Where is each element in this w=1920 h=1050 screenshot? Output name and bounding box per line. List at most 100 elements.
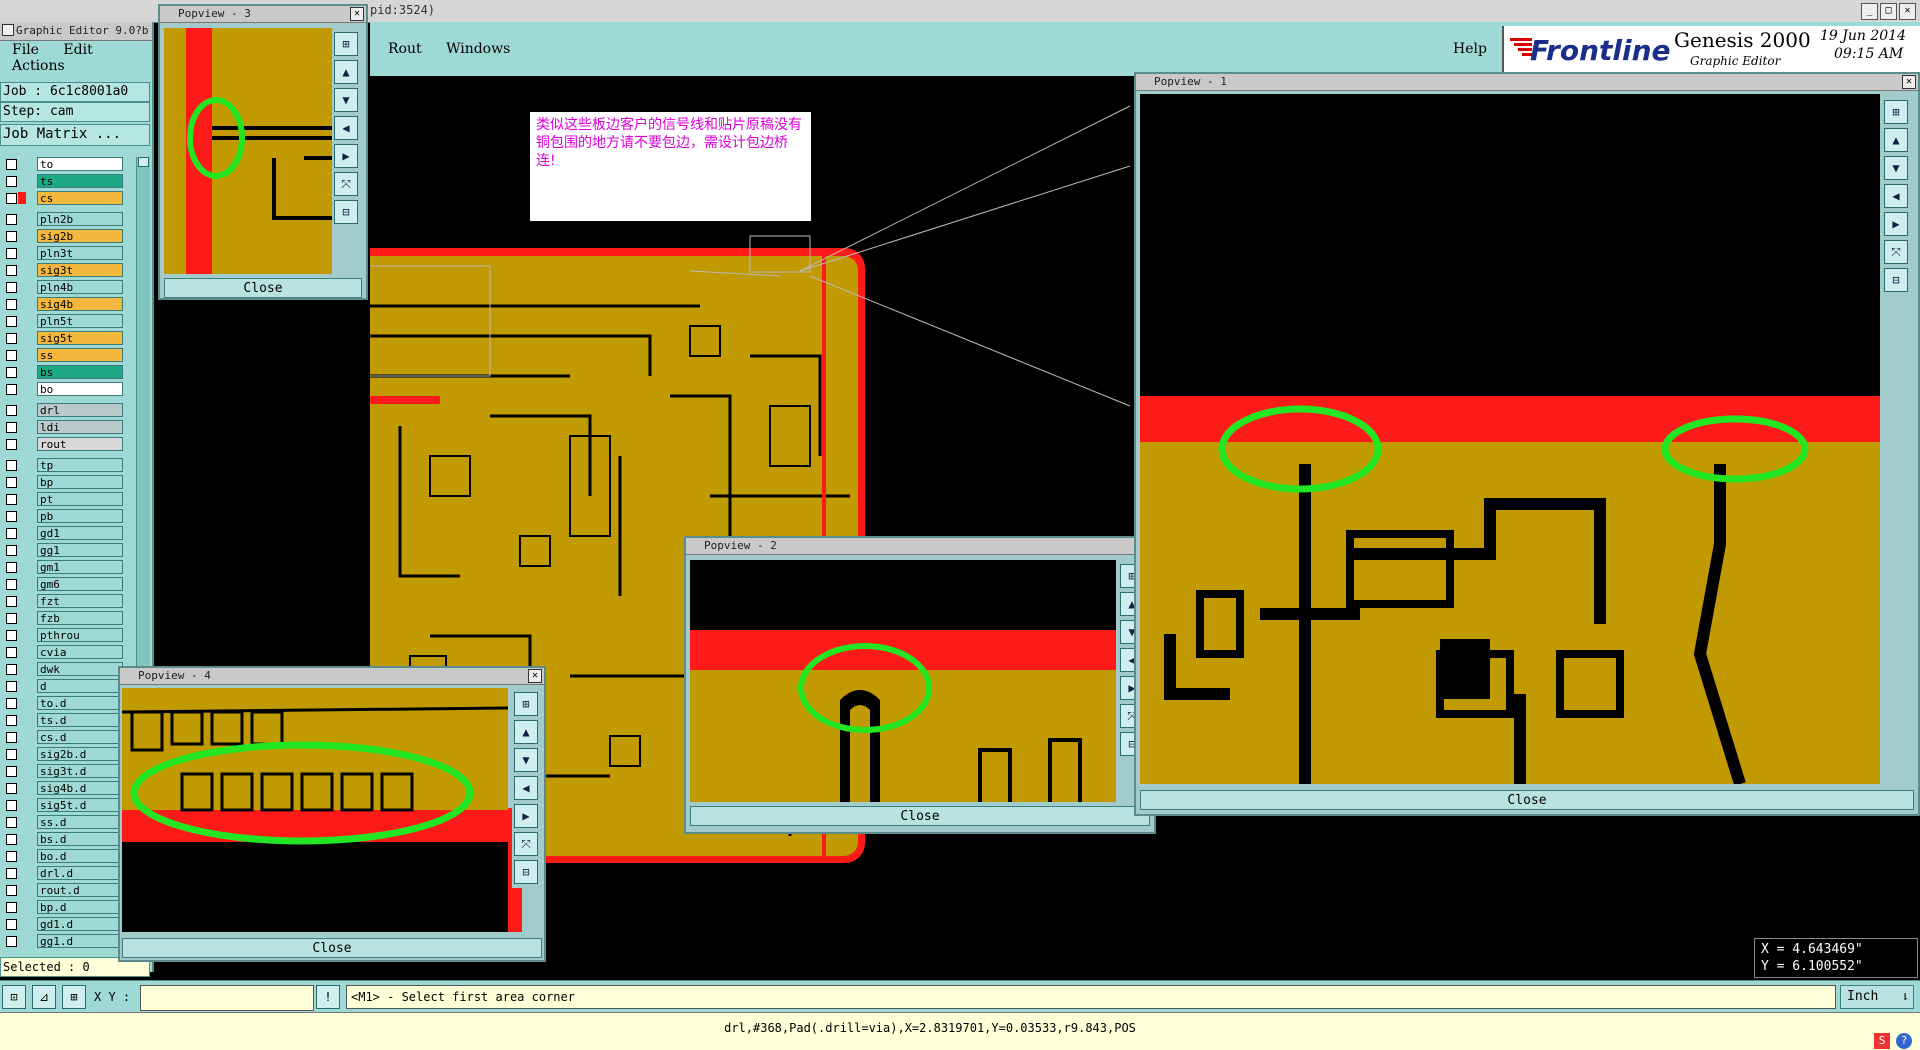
layer-row-to[interactable]: to xyxy=(4,157,123,171)
layer-row-fzb[interactable]: fzb xyxy=(4,611,123,625)
close-icon[interactable]: ✕ xyxy=(1902,75,1916,89)
layer-checkbox[interactable] xyxy=(6,384,17,395)
job-matrix-button[interactable]: Job Matrix ... xyxy=(0,124,150,146)
pan-right-icon[interactable]: ▶ xyxy=(334,144,358,168)
fit-icon[interactable]: ⤧ xyxy=(514,832,538,856)
pan-right-icon[interactable]: ▶ xyxy=(1884,212,1908,236)
layer-row-drl.d[interactable]: drl.d xyxy=(4,866,123,880)
zoom-out-icon[interactable]: ⊟ xyxy=(514,860,538,884)
zoom-in-icon[interactable]: ⊞ xyxy=(514,692,538,716)
layer-checkbox[interactable] xyxy=(6,350,17,361)
menu-help[interactable]: Help xyxy=(1453,41,1487,57)
layer-checkbox[interactable] xyxy=(6,664,17,675)
layer-row-sig3t[interactable]: sig3t xyxy=(4,263,123,277)
layer-row-bo[interactable]: bo xyxy=(4,382,123,396)
minimize-button[interactable]: _ xyxy=(1861,3,1878,20)
layer-row-ts[interactable]: ts xyxy=(4,174,123,188)
fit-icon[interactable]: ⤧ xyxy=(334,172,358,196)
info-icon[interactable]: ! xyxy=(316,985,340,1009)
layer-row-sig2b.d[interactable]: sig2b.d xyxy=(4,747,123,761)
layer-checkbox[interactable] xyxy=(6,851,17,862)
pan-left-icon[interactable]: ◀ xyxy=(334,116,358,140)
layer-checkbox[interactable] xyxy=(6,494,17,505)
pan-left-icon[interactable]: ◀ xyxy=(514,776,538,800)
tray-s-icon[interactable]: S xyxy=(1874,1033,1890,1049)
pan-up-icon[interactable]: ▲ xyxy=(1884,128,1908,152)
layer-checkbox[interactable] xyxy=(6,732,17,743)
layer-row-gg1[interactable]: gg1 xyxy=(4,543,123,557)
layer-row-bo.d[interactable]: bo.d xyxy=(4,849,123,863)
layer-checkbox[interactable] xyxy=(6,681,17,692)
layer-checkbox[interactable] xyxy=(6,439,17,450)
pan-left-icon[interactable]: ◀ xyxy=(1884,184,1908,208)
layer-checkbox[interactable] xyxy=(6,422,17,433)
layer-row-gm1[interactable]: gm1 xyxy=(4,560,123,574)
menu-file[interactable]: File xyxy=(12,42,39,58)
layer-checkbox[interactable] xyxy=(6,176,17,187)
snap-icon[interactable]: ⊡ xyxy=(2,985,26,1009)
layer-row-pthrou[interactable]: pthrou xyxy=(4,628,123,642)
layer-checkbox[interactable] xyxy=(6,265,17,276)
layer-checkbox[interactable] xyxy=(6,936,17,947)
layer-checkbox[interactable] xyxy=(6,868,17,879)
layer-checkbox[interactable] xyxy=(6,749,17,760)
layer-checkbox[interactable] xyxy=(6,282,17,293)
layer-checkbox[interactable] xyxy=(6,630,17,641)
zoom-in-icon[interactable]: ⊞ xyxy=(1884,100,1908,124)
popview-4-close-button[interactable]: Close xyxy=(122,938,542,958)
layer-row-fzt[interactable]: fzt xyxy=(4,594,123,608)
layer-checkbox[interactable] xyxy=(6,902,17,913)
layer-checkbox[interactable] xyxy=(6,511,17,522)
layer-row-rout[interactable]: rout xyxy=(4,437,123,451)
pan-down-icon[interactable]: ▼ xyxy=(1884,156,1908,180)
layer-checkbox[interactable] xyxy=(6,333,17,344)
layer-row-gm6[interactable]: gm6 xyxy=(4,577,123,591)
xy-input[interactable] xyxy=(140,985,314,1011)
layer-row-pln4b[interactable]: pln4b xyxy=(4,280,123,294)
layer-checkbox[interactable] xyxy=(6,159,17,170)
close-icon[interactable]: ✕ xyxy=(350,7,364,21)
layer-row-sig4b[interactable]: sig4b xyxy=(4,297,123,311)
popview-3-close-button[interactable]: Close xyxy=(164,278,362,298)
layer-row-sig4b.d[interactable]: sig4b.d xyxy=(4,781,123,795)
layer-row-gd1[interactable]: gd1 xyxy=(4,526,123,540)
layer-checkbox[interactable] xyxy=(6,919,17,930)
menu-windows[interactable]: Windows xyxy=(446,41,510,57)
layer-checkbox[interactable] xyxy=(6,214,17,225)
popview-2-close-button[interactable]: Close xyxy=(690,806,1150,826)
layer-row-gd1.d[interactable]: gd1.d xyxy=(4,917,123,931)
menu-actions[interactable]: Actions xyxy=(12,58,65,74)
menu-edit[interactable]: Edit xyxy=(63,42,92,58)
layer-checkbox[interactable] xyxy=(6,647,17,658)
layer-row-bs[interactable]: bs xyxy=(4,365,123,379)
pan-up-icon[interactable]: ▲ xyxy=(514,720,538,744)
layer-row-cs.d[interactable]: cs.d xyxy=(4,730,123,744)
layer-row-pt[interactable]: pt xyxy=(4,492,123,506)
layer-row-tp[interactable]: tp xyxy=(4,458,123,472)
maximize-button[interactable]: □ xyxy=(1880,3,1897,20)
layer-checkbox[interactable] xyxy=(6,545,17,556)
close-icon[interactable]: ✕ xyxy=(528,669,542,683)
layer-row-pln3t[interactable]: pln3t xyxy=(4,246,123,260)
pan-down-icon[interactable]: ▼ xyxy=(514,748,538,772)
layer-row-sig5t.d[interactable]: sig5t.d xyxy=(4,798,123,812)
layer-row-cvia[interactable]: cvia xyxy=(4,645,123,659)
layer-checkbox[interactable] xyxy=(6,715,17,726)
zoom-in-icon[interactable]: ⊞ xyxy=(334,32,358,56)
layer-checkbox[interactable] xyxy=(6,405,17,416)
layer-checkbox[interactable] xyxy=(6,528,17,539)
layer-checkbox[interactable] xyxy=(6,698,17,709)
layer-checkbox[interactable] xyxy=(6,316,17,327)
layer-row-dwk[interactable]: dwk xyxy=(4,662,123,676)
layer-row-ts.d[interactable]: ts.d xyxy=(4,713,123,727)
layer-checkbox[interactable] xyxy=(6,460,17,471)
help-icon[interactable]: ? xyxy=(1896,1033,1912,1049)
grid-icon[interactable]: ⊞ xyxy=(62,985,86,1009)
layer-checkbox[interactable] xyxy=(6,579,17,590)
zoom-out-icon[interactable]: ⊟ xyxy=(334,200,358,224)
layer-checkbox[interactable] xyxy=(6,299,17,310)
layer-row-sig2b[interactable]: sig2b xyxy=(4,229,123,243)
layer-checkbox[interactable] xyxy=(6,800,17,811)
units-select[interactable]: Inch ⇂ xyxy=(1840,985,1914,1009)
layer-row-to.d[interactable]: to.d xyxy=(4,696,123,710)
